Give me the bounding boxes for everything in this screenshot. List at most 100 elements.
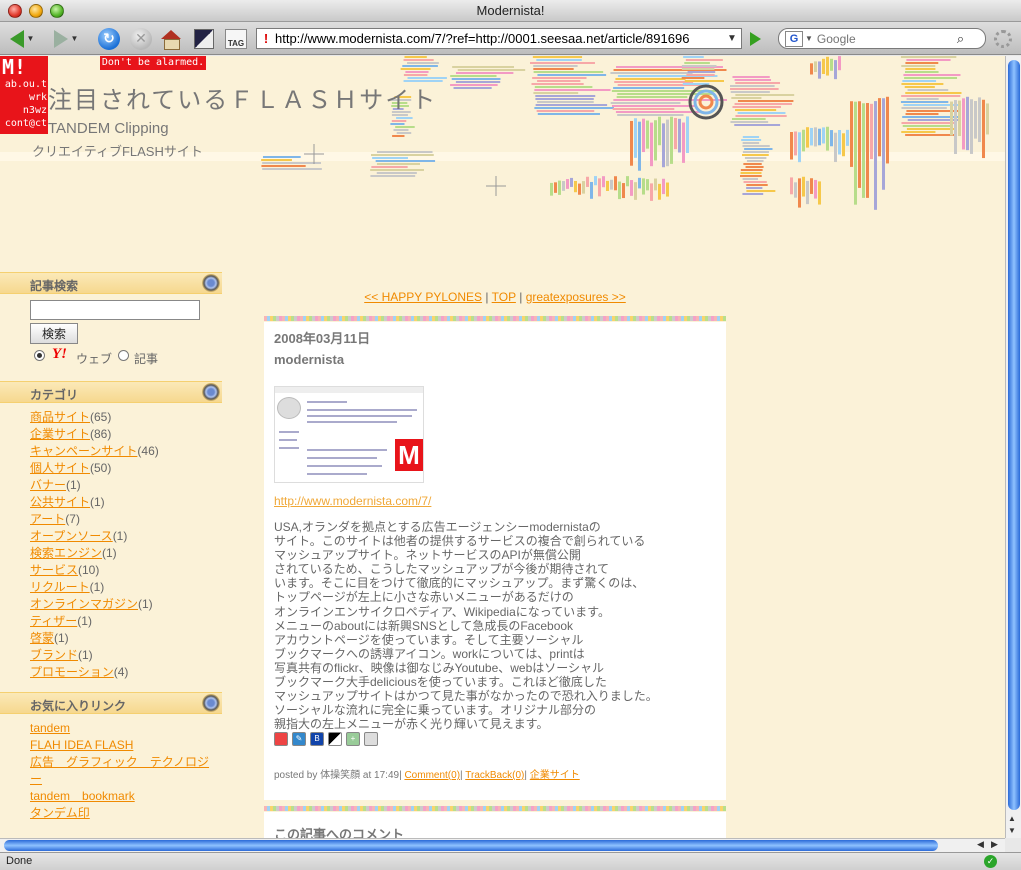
list-item: ブランド(1): [30, 648, 93, 662]
decorative-bar: [554, 182, 557, 193]
window-title: Modernista!: [476, 3, 545, 18]
favorite-link[interactable]: FLAH IDEA FLASH: [30, 738, 133, 752]
site-screenshot-thumbnail[interactable]: M: [274, 386, 424, 483]
hatena-bookmark-icon[interactable]: B: [310, 732, 324, 746]
top-link[interactable]: TOP: [492, 290, 516, 304]
article-url-link[interactable]: http://www.modernista.com/7/: [274, 494, 431, 508]
decorative-bar: [537, 80, 581, 82]
bookmark-icon[interactable]: [274, 732, 288, 746]
zoom-window-button[interactable]: [50, 4, 64, 18]
title-bar: Modernista!: [0, 0, 1021, 22]
article-search-input[interactable]: [30, 300, 200, 320]
chevron-down-icon: ▼: [70, 34, 79, 43]
scroll-thumb[interactable]: [4, 840, 938, 851]
home-button[interactable]: [158, 26, 184, 51]
scroll-up-arrow-icon[interactable]: ▲: [1008, 814, 1016, 823]
category-link[interactable]: ティザー: [30, 614, 77, 628]
decorative-bar: [687, 71, 716, 73]
category-link[interactable]: 検索エンジン: [30, 546, 102, 560]
category-link[interactable]: バナー: [30, 478, 66, 492]
horizontal-scrollbar[interactable]: ◀ ▶: [0, 838, 1005, 852]
go-arrow-icon: [750, 32, 761, 46]
favorite-link[interactable]: tandem bookmark: [30, 789, 135, 803]
radio-web[interactable]: [34, 350, 45, 361]
category-link[interactable]: 商品サイト: [30, 410, 90, 424]
category-link[interactable]: ブランド: [30, 648, 78, 662]
add-bookmark-icon[interactable]: +: [346, 732, 360, 746]
share-icon[interactable]: [364, 732, 378, 746]
decorative-bar: [391, 120, 407, 122]
decorative-bar: [662, 178, 665, 195]
status-text: Done: [6, 855, 33, 867]
close-window-button[interactable]: [8, 4, 22, 18]
scroll-thumb[interactable]: [1008, 60, 1020, 810]
post-footer: posted by 体操笑顔 at 17:49| Comment(0)| Tra…: [274, 770, 580, 781]
trackback-link[interactable]: TrackBack(0): [465, 770, 524, 781]
menu-item-news[interactable]: n3wz: [0, 104, 48, 117]
modernista-m-logo: M: [395, 439, 423, 471]
search-engine-icon[interactable]: G: [785, 30, 803, 47]
back-button[interactable]: ▼: [4, 26, 40, 51]
favorite-link[interactable]: tandem: [30, 721, 70, 735]
reload-button[interactable]: ↻: [96, 26, 122, 51]
favorite-link[interactable]: 広告 グラフィック テクノロジー: [30, 755, 209, 786]
list-item: バナー(1): [30, 478, 81, 492]
category-link[interactable]: サービス: [30, 563, 78, 577]
chevron-down-icon[interactable]: ▼: [805, 34, 813, 43]
category-link[interactable]: オープンソース: [30, 529, 113, 543]
decorative-bar: [737, 100, 794, 102]
radio-article[interactable]: [118, 350, 129, 361]
favorite-link[interactable]: タンデム印: [30, 806, 90, 820]
menu-item-about[interactable]: ab.ou.t: [0, 78, 48, 91]
scroll-right-arrow-icon[interactable]: ▶: [991, 839, 998, 850]
category-link[interactable]: オンラインマガジン: [30, 597, 138, 611]
site-tagline: クリエイティブFLASHサイト: [32, 144, 203, 159]
go-button[interactable]: [746, 30, 764, 48]
scroll-down-arrow-icon[interactable]: ▼: [1008, 826, 1016, 835]
scroll-left-arrow-icon[interactable]: ◀: [977, 839, 984, 850]
stop-button[interactable]: ✕: [128, 26, 154, 51]
decorative-bar: [670, 116, 673, 164]
decorative-bar: [838, 130, 841, 155]
decorative-bar: [974, 100, 977, 139]
decorative-bar: [674, 117, 677, 150]
decorative-bar: [904, 71, 939, 73]
menu-item-contact[interactable]: cont@ct: [0, 117, 48, 130]
category-link[interactable]: リクルート: [30, 580, 90, 594]
search-bar[interactable]: G ▼ ⌕: [778, 28, 986, 49]
url-bar[interactable]: ! ▼: [256, 28, 742, 49]
comment-link[interactable]: Comment(0): [404, 770, 460, 781]
prev-article-link[interactable]: << HAPPY PYLONES: [364, 290, 482, 304]
delicious-icon[interactable]: [328, 732, 342, 746]
category-link[interactable]: 企業サイト: [30, 427, 90, 441]
magnifier-icon[interactable]: ⌕: [957, 31, 964, 47]
tag-button[interactable]: TAG: [224, 26, 248, 51]
edit-bookmark-icon[interactable]: ✎: [292, 732, 306, 746]
modernista-menu[interactable]: M! ab.ou.t wrk n3wz cont@ct: [0, 56, 48, 134]
category-link[interactable]: 啓蒙: [30, 631, 54, 645]
category-link[interactable]: 企業サイト: [530, 770, 580, 781]
list-item: 広告 グラフィック テクノロジー: [30, 754, 210, 788]
decorative-bar: [742, 193, 764, 195]
decorative-bar: [534, 86, 593, 88]
minimize-window-button[interactable]: [29, 4, 43, 18]
decorative-bar: [744, 148, 773, 150]
next-article-link[interactable]: greatexposures >>: [526, 290, 626, 304]
decorative-bar: [407, 77, 447, 79]
search-button[interactable]: 検索: [30, 323, 78, 344]
tools-icon: [194, 28, 214, 49]
decorative-bar: [612, 108, 675, 110]
forward-button[interactable]: ▼: [48, 26, 84, 51]
category-list: 商品サイト(65) 企業サイト(86) キャンペーンサイト(46) 個人サイト(…: [30, 409, 159, 681]
category-link[interactable]: 個人サイト: [30, 461, 90, 475]
web-search-input[interactable]: [816, 31, 957, 46]
url-history-dropdown[interactable]: ▼: [727, 33, 741, 44]
category-link[interactable]: アート: [30, 512, 65, 526]
category-link[interactable]: プロモーション: [30, 665, 114, 679]
category-link[interactable]: 公共サイト: [30, 495, 90, 509]
vertical-scrollbar[interactable]: ▲ ▼: [1005, 56, 1021, 838]
tools-button[interactable]: [192, 26, 216, 51]
category-link[interactable]: キャンペーンサイト: [30, 444, 137, 458]
menu-item-work[interactable]: wrk: [0, 91, 48, 104]
url-input[interactable]: [275, 31, 727, 46]
